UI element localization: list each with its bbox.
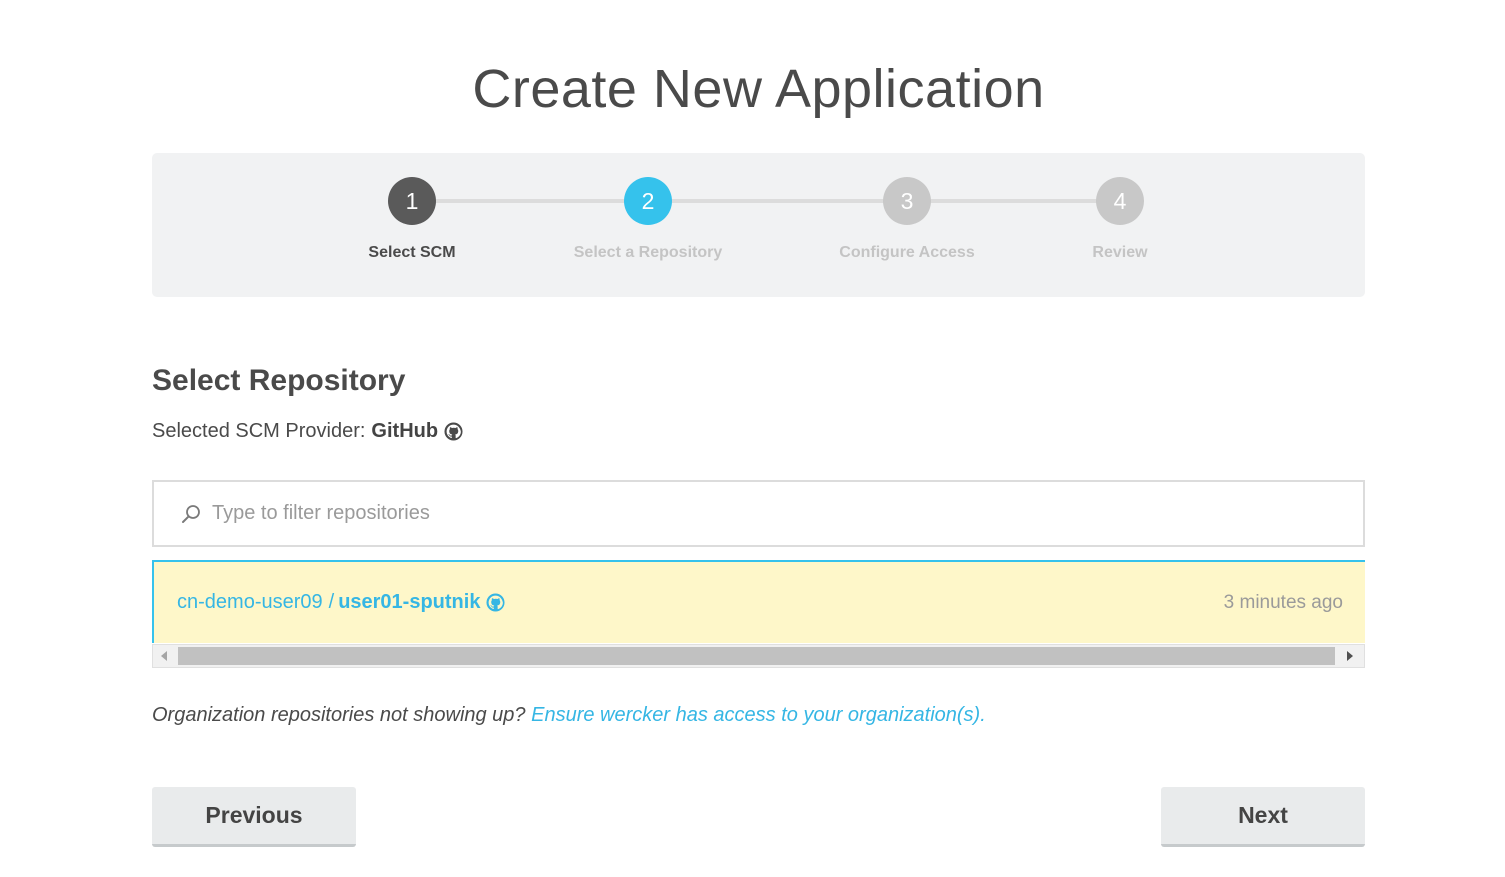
github-icon (444, 422, 463, 441)
repository-updated: 3 minutes ago (1223, 591, 1343, 613)
organization-note: Organization repositories not showing up… (152, 704, 986, 727)
step-select-repository: 2 Select a Repository (548, 177, 748, 262)
section-title: Select Repository (152, 364, 406, 397)
step-configure-access: 3 Configure Access (807, 177, 1007, 262)
repository-filter[interactable] (152, 480, 1365, 547)
repository-separator: / (328, 591, 335, 613)
repository-title: user01-sputnik (338, 591, 481, 613)
step-number: 2 (624, 177, 672, 225)
step-select-scm[interactable]: 1 Select SCM (312, 177, 512, 262)
step-review: 4 Review (1020, 177, 1220, 262)
previous-button[interactable]: Previous (152, 787, 356, 847)
horizontal-scrollbar[interactable] (152, 644, 1365, 668)
create-application-page: Create New Application 1 Select SCM 2 Se… (0, 0, 1505, 877)
step-label: Select a Repository (573, 244, 723, 261)
scroll-left-icon[interactable] (161, 651, 167, 661)
scroll-right-icon[interactable] (1347, 651, 1353, 661)
provider-name: GitHub (371, 420, 439, 442)
repository-owner: cn-demo-user09 (177, 591, 323, 613)
repository-list: cn-demo-user09 / user01-sputnik 3 minute… (152, 560, 1365, 670)
repository-name[interactable]: cn-demo-user09 / user01-sputnik (177, 591, 505, 614)
provider-prefix: Selected SCM Provider: (152, 420, 366, 442)
step-label: Configure Access (839, 244, 975, 261)
step-number: 1 (388, 177, 436, 225)
page-title: Create New Application (472, 59, 1045, 119)
scm-provider-info: Selected SCM Provider: GitHub (152, 420, 463, 443)
step-number: 3 (883, 177, 931, 225)
organization-note-text: Organization repositories not showing up… (152, 704, 526, 726)
wizard-stepper: 1 Select SCM 2 Select a Repository 3 Con… (152, 153, 1365, 297)
step-label: Select SCM (368, 244, 456, 261)
search-icon (182, 504, 200, 523)
step-label: Review (1092, 244, 1148, 261)
filter-input[interactable] (210, 501, 1314, 526)
repository-row[interactable]: cn-demo-user09 / user01-sputnik 3 minute… (152, 560, 1365, 643)
step-number: 4 (1096, 177, 1144, 225)
organization-access-link[interactable]: Ensure wercker has access to your organi… (531, 704, 986, 726)
github-icon (486, 593, 505, 612)
next-button[interactable]: Next (1161, 787, 1365, 847)
scrollbar-thumb[interactable] (178, 647, 1335, 665)
